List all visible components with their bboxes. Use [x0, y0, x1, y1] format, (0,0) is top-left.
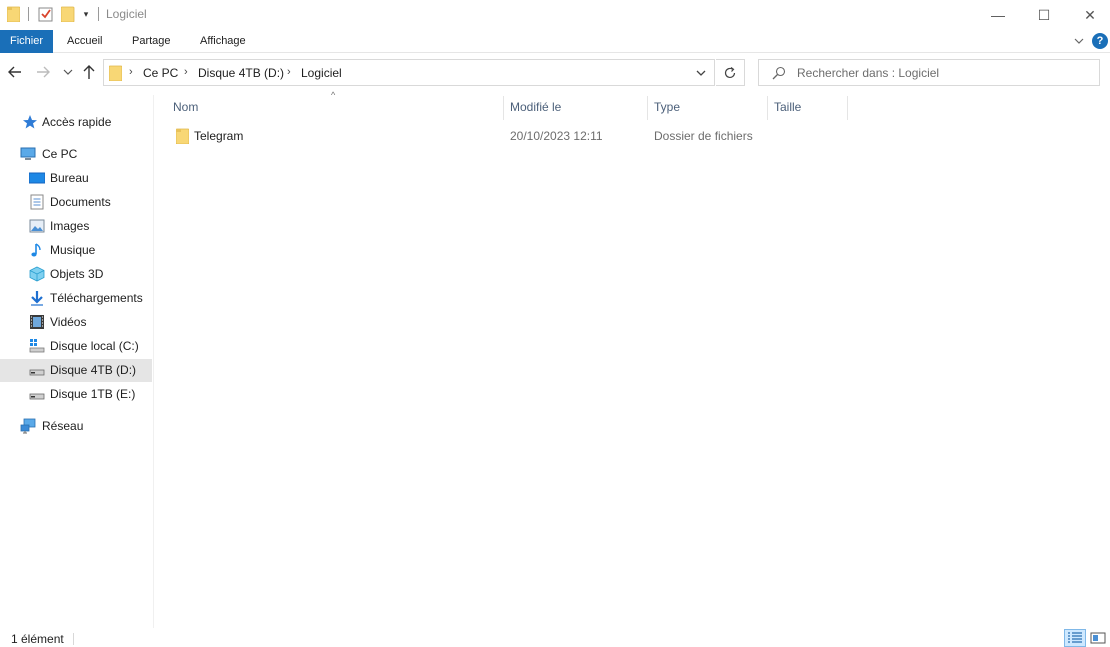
drive-icon: [29, 393, 45, 400]
videos-icon: [30, 315, 44, 329]
nav-item-label: Disque 1TB (E:): [50, 387, 136, 401]
nav-item-reseau[interactable]: Réseau: [0, 415, 152, 438]
window-title: Logiciel: [106, 7, 147, 21]
folder-icon: [176, 128, 189, 144]
breadcrumb-separator[interactable]: ›: [287, 66, 291, 78]
tab-partage[interactable]: Partage: [124, 30, 179, 53]
computer-icon: [20, 147, 36, 160]
file-row[interactable]: Telegram 20/10/2023 12:11 Dossier de fic…: [168, 125, 764, 147]
nav-item-disque-1tb-e[interactable]: Disque 1TB (E:): [0, 383, 152, 406]
nav-item-label: Bureau: [50, 171, 89, 185]
breadcrumb-separator[interactable]: ›: [184, 66, 188, 78]
star-icon: [23, 115, 37, 129]
minimize-button[interactable]: —: [975, 0, 1021, 30]
objects-3d-icon: [29, 266, 45, 282]
nav-item-documents[interactable]: Documents: [0, 191, 152, 214]
nav-item-disque-local-c[interactable]: Disque local (C:): [0, 335, 152, 358]
column-header-label: Taille: [774, 100, 802, 114]
system-drive-icon: [29, 339, 45, 353]
details-view-icon: [1068, 632, 1082, 643]
documents-icon: [30, 194, 44, 210]
ribbon: Fichier Accueil Partage Affichage ?: [0, 30, 1110, 53]
nav-item-musique[interactable]: Musique: [0, 239, 152, 262]
music-icon: [31, 243, 41, 257]
column-header-type[interactable]: Type: [648, 96, 767, 120]
nav-item-label: Accès rapide: [42, 115, 112, 129]
search-icon: [772, 66, 786, 80]
breadcrumb-logiciel[interactable]: Logiciel: [301, 66, 342, 80]
breadcrumb-separator[interactable]: ›: [129, 66, 133, 78]
column-header-modifie-le[interactable]: Modifié le: [504, 96, 647, 120]
close-button[interactable]: ✕: [1067, 0, 1110, 30]
tab-accueil[interactable]: Accueil: [59, 30, 110, 53]
nav-item-label: Ce PC: [42, 147, 78, 161]
nav-item-label: Documents: [50, 195, 111, 209]
breadcrumb-disque-4tb[interactable]: Disque 4TB (D:): [198, 66, 284, 80]
nav-item-label: Disque 4TB (D:): [50, 363, 137, 377]
navigation-pane: Accès rapide Ce PC Bureau Documents Imag…: [0, 95, 154, 628]
refresh-icon: [724, 66, 736, 78]
new-folder-icon[interactable]: [61, 6, 75, 22]
customize-toolbar-icon[interactable]: ▾: [81, 9, 91, 19]
nav-item-label: Objets 3D: [50, 267, 104, 281]
column-header-label: Type: [654, 100, 681, 114]
nav-item-this-pc[interactable]: Ce PC: [0, 143, 152, 166]
address-bar[interactable]: › Ce PC › Disque 4TB (D:) › Logiciel: [103, 59, 715, 86]
column-header-nom[interactable]: Nom: [167, 96, 503, 120]
column-divider[interactable]: [847, 96, 848, 120]
desktop-icon: [29, 172, 45, 184]
downloads-icon: [31, 291, 43, 306]
file-type: Dossier de fichiers: [654, 129, 753, 143]
tab-fichier[interactable]: Fichier: [0, 30, 53, 53]
column-header-label: Nom: [173, 100, 199, 114]
drive-icon: [29, 369, 45, 376]
recent-locations-chevron-icon[interactable]: [61, 62, 75, 82]
search-input[interactable]: [797, 61, 1092, 84]
column-header-taille[interactable]: Taille: [768, 96, 847, 120]
details-view-button[interactable]: [1064, 629, 1086, 647]
nav-item-quick-access[interactable]: Accès rapide: [0, 111, 152, 134]
refresh-button[interactable]: [716, 59, 745, 86]
item-count: 1 élément: [11, 632, 64, 646]
large-icons-view-button[interactable]: [1088, 629, 1108, 647]
maximize-button[interactable]: ☐: [1021, 0, 1067, 30]
folder-icon[interactable]: [7, 6, 20, 22]
folder-icon: [109, 65, 122, 81]
tab-affichage[interactable]: Affichage: [192, 30, 254, 53]
status-divider: [73, 633, 74, 645]
pictures-icon: [29, 219, 45, 233]
nav-item-telechargements[interactable]: Téléchargements: [0, 287, 152, 310]
nav-item-label: Images: [50, 219, 90, 233]
column-header-label: Modifié le: [510, 100, 562, 114]
file-name: Telegram: [194, 129, 244, 143]
nav-item-label: Musique: [50, 243, 96, 257]
nav-item-disque-4tb-d[interactable]: Disque 4TB (D:): [0, 359, 152, 382]
toolbar-divider: [98, 7, 99, 21]
nav-item-objets-3d[interactable]: Objets 3D: [0, 263, 152, 286]
nav-item-videos[interactable]: Vidéos: [0, 311, 152, 334]
file-modified: 20/10/2023 12:11: [510, 129, 603, 143]
nav-item-bureau[interactable]: Bureau: [0, 167, 152, 190]
back-arrow-icon[interactable]: [6, 62, 24, 82]
help-icon[interactable]: ?: [1092, 33, 1108, 49]
network-icon: [20, 418, 36, 434]
address-history-chevron-icon[interactable]: [692, 64, 710, 82]
title-bar: ▾ Logiciel — ☐ ✕: [0, 0, 1110, 30]
nav-item-label: Téléchargements: [50, 291, 143, 305]
large-icons-view-icon: [1090, 632, 1106, 644]
search-box[interactable]: [758, 59, 1100, 86]
nav-item-label: Disque local (C:): [50, 339, 139, 353]
nav-item-label: Vidéos: [50, 315, 87, 329]
properties-icon[interactable]: [38, 6, 54, 22]
forward-arrow-icon[interactable]: [34, 62, 52, 82]
toolbar-divider: [28, 7, 29, 21]
breadcrumb-ce-pc[interactable]: Ce PC: [143, 66, 178, 80]
nav-item-label: Réseau: [42, 419, 84, 433]
status-bar: 1 élément: [0, 628, 1110, 647]
expand-ribbon-icon[interactable]: [1073, 34, 1085, 48]
up-arrow-icon[interactable]: [80, 62, 98, 82]
nav-item-images[interactable]: Images: [0, 215, 152, 238]
